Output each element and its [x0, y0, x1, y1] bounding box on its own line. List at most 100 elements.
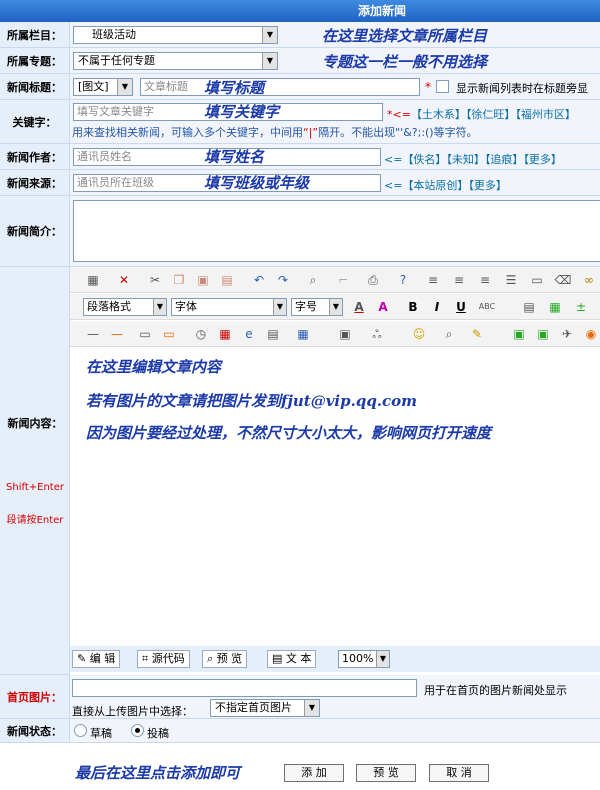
editor-content-area[interactable]: 在这里编辑文章内容 若有图片的文章请把图片发到fjut@vip.qq.com 因…	[70, 348, 600, 643]
size-select[interactable]: 字号 ▼	[291, 298, 343, 316]
link-icon[interactable]: ∞	[580, 271, 598, 289]
mode-edit-tab[interactable]: ✎ 编 辑	[72, 650, 121, 668]
keyword-link[interactable]: 【徐仁旺】	[466, 108, 516, 121]
form-title-bar: 添加新闻	[0, 0, 600, 22]
select-all-icon[interactable]: ▦	[84, 271, 102, 289]
draft-label: 草稿	[90, 727, 112, 740]
status-cell: 草稿 投稿	[70, 719, 600, 742]
line-icon[interactable]: —	[84, 325, 102, 343]
horizontal-rule-icon[interactable]: ▤	[520, 298, 538, 316]
home-image-input[interactable]	[72, 679, 417, 697]
chevron-down-icon: ▼	[304, 700, 319, 716]
cut-icon[interactable]: ✂	[146, 271, 164, 289]
home-image-select[interactable]: 不指定首页图片 ▼	[210, 699, 320, 717]
column-cell: 班级活动 ▼ 在这里选择文章所属栏目	[70, 22, 600, 47]
headline-type-select[interactable]: [图文] ▼	[73, 78, 133, 96]
table-icon[interactable]: ▦	[546, 298, 564, 316]
home-image-hint: 用于在首页的图片新闻处显示	[424, 684, 567, 697]
keywords-help-suffix: 隔开。不能出现"'&?;:()等字符。	[318, 126, 478, 139]
image-icon[interactable]: ▣	[510, 325, 528, 343]
headline-option-label: 显示新闻列表时在标题旁显	[456, 82, 588, 95]
font-select[interactable]: 字体 ▼	[171, 298, 287, 316]
eraser-icon[interactable]: ⌫	[554, 271, 572, 289]
keyword-link[interactable]: 【土木系】	[411, 108, 466, 121]
topic-hint: 专题这一栏一般不用选择	[322, 53, 488, 71]
form-icon[interactable]: ▣	[336, 325, 354, 343]
keyword-link[interactable]: 【福州市区】	[515, 108, 576, 121]
size-select-value: 字号	[295, 300, 317, 313]
zoom-select[interactable]: 100% ▼	[338, 650, 390, 668]
bold-icon[interactable]: B	[404, 298, 422, 316]
undo-icon[interactable]: ↶	[250, 271, 268, 289]
web-icon[interactable]: e	[240, 325, 258, 343]
chevron-down-icon: ▼	[117, 79, 132, 95]
author-link[interactable]: 【佚名】	[402, 153, 446, 166]
headline-label: 新闻标题：	[0, 74, 70, 99]
clock-icon[interactable]: ◷	[192, 325, 210, 343]
underline-icon[interactable]: U	[452, 298, 470, 316]
headline-option-checkbox[interactable]	[436, 80, 449, 93]
mode-source-label: 源代码	[151, 652, 185, 665]
zoom-icon[interactable]: ⌕	[440, 325, 458, 343]
page-break-icon[interactable]: ⌐	[334, 271, 352, 289]
paste-word-icon[interactable]: ▤	[218, 271, 236, 289]
highlight-color-icon[interactable]: A	[374, 298, 392, 316]
media-icon[interactable]: ◉	[582, 325, 600, 343]
keywords-quick-links: *<=【土木系】【徐仁旺】【福州市区】	[387, 106, 576, 122]
topic-select[interactable]: 不属于任何专题 ▼	[73, 52, 278, 70]
paragraph-icon[interactable]: ▭	[528, 271, 546, 289]
document-icon[interactable]: ▤	[264, 325, 282, 343]
source-link[interactable]: 【更多】	[468, 179, 507, 192]
highlight-icon[interactable]: ✎	[468, 325, 486, 343]
headline-required-mark: *	[425, 80, 431, 94]
author-link[interactable]: 【更多】	[523, 153, 562, 166]
italic-icon[interactable]: I	[428, 298, 446, 316]
align-right-icon[interactable]: ≡	[476, 271, 494, 289]
column-select[interactable]: 班级活动 ▼	[73, 26, 278, 44]
content-label-column: 新闻内容： Shift+Enter 段请按Enter	[0, 267, 70, 675]
topic-row: 所属专题： 不属于任何专题 ▼ 专题这一栏一般不用选择	[0, 48, 600, 74]
mode-text-tab[interactable]: ▤ 文 本	[267, 650, 317, 668]
calendar-icon[interactable]: ▦	[216, 325, 234, 343]
copy-icon[interactable]: ❐	[170, 271, 188, 289]
add-button[interactable]: 添 加	[284, 764, 344, 782]
summary-textarea[interactable]	[73, 200, 600, 262]
draft-radio[interactable]	[74, 724, 87, 737]
topic-select-value: 不属于任何专题	[78, 54, 155, 67]
align-center-icon[interactable]: ≡	[450, 271, 468, 289]
font-color-icon[interactable]: A	[350, 298, 368, 316]
cancel-button[interactable]: 取 消	[429, 764, 489, 782]
author-link[interactable]: 【未知】	[446, 153, 485, 166]
print-icon[interactable]: ⎙	[364, 271, 382, 289]
redo-icon[interactable]: ↷	[274, 271, 292, 289]
source-cell: 通讯员所在班级 填写班级或年级 <=【本站原创】【更多】	[70, 170, 600, 195]
chevron-down-icon: ▼	[376, 651, 389, 667]
mode-preview-tab[interactable]: ⌕ 预 览	[202, 650, 248, 668]
text-box-icon[interactable]: ▭	[136, 325, 154, 343]
smiley-icon[interactable]: ☺	[410, 325, 428, 343]
gallery-icon[interactable]: ▣	[534, 325, 552, 343]
dashed-line-icon[interactable]: —	[108, 325, 126, 343]
text-box-2-icon[interactable]: ▭	[160, 325, 178, 343]
delete-icon[interactable]: ✕	[115, 271, 133, 289]
insert-row-icon[interactable]: ±	[572, 298, 590, 316]
format-select[interactable]: 段落格式 ▼	[83, 298, 167, 316]
submit-radio[interactable]	[131, 724, 144, 737]
source-link[interactable]: 【本站原创】	[402, 179, 468, 192]
special-char-icon[interactable]: ஃ	[368, 325, 386, 343]
editor-toolbar-1: ▦ ✕ ✂ ❐ ▣ ▤ ↶ ↷ ⌕ ⌐ ⎙ ? ≡ ≡ ≡ ☰ ▭ ⌫ ∞	[70, 267, 600, 293]
align-left-icon[interactable]: ≡	[424, 271, 442, 289]
author-link[interactable]: 【追痕】	[485, 153, 524, 166]
justify-icon[interactable]: ☰	[502, 271, 520, 289]
headline-input[interactable]: 文章标题	[140, 78, 420, 96]
mode-source-tab[interactable]: ⌗ 源代码	[137, 650, 190, 668]
chevron-down-icon: ▼	[329, 299, 342, 315]
paste-icon[interactable]: ▣	[194, 271, 212, 289]
insert-table-icon[interactable]: ▦	[294, 325, 312, 343]
preview-button[interactable]: 预 览	[356, 764, 416, 782]
flash-icon[interactable]: ✈	[558, 325, 576, 343]
strikethrough-icon[interactable]: ABC	[478, 298, 496, 316]
find-icon[interactable]: ⌕	[304, 271, 322, 289]
rich-text-editor: ▦ ✕ ✂ ❐ ▣ ▤ ↶ ↷ ⌕ ⌐ ⎙ ? ≡ ≡ ≡ ☰ ▭ ⌫ ∞ 段落…	[70, 267, 600, 675]
help-icon[interactable]: ?	[394, 271, 412, 289]
